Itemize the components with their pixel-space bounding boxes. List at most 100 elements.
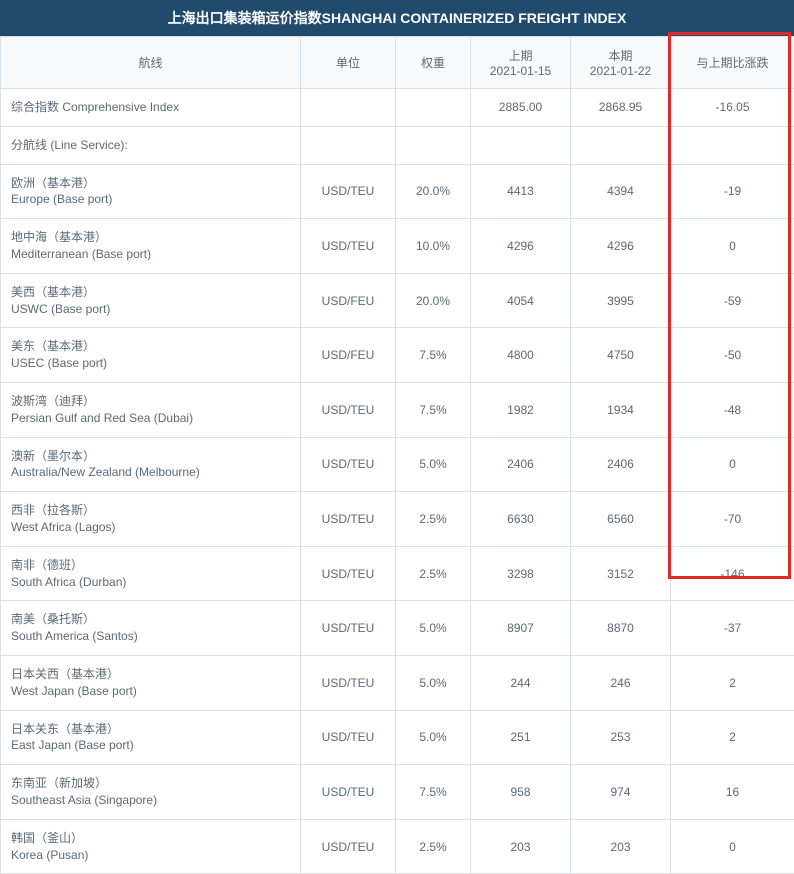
cell-unit: USD/TEU: [301, 164, 396, 219]
cell-route: 日本关西（基本港）West Japan (Base port): [1, 655, 301, 710]
route-cn: 澳新（墨尔本）: [11, 448, 290, 465]
cell-unit: USD/TEU: [301, 601, 396, 656]
cell-weight: 10.0%: [396, 219, 471, 274]
cell-prev: 251: [471, 710, 571, 765]
cell-weight: 7.5%: [396, 382, 471, 437]
cell-change: -16.05: [671, 89, 794, 127]
cell-route: 分航线 (Line Service):: [1, 126, 301, 164]
header-prev-label: 上期: [477, 47, 564, 64]
cell-prev: 2406: [471, 437, 571, 492]
cell-curr: 6560: [571, 492, 671, 547]
cell-weight: [396, 89, 471, 127]
header-curr: 本期 2021-01-22: [571, 37, 671, 89]
cell-curr: 4750: [571, 328, 671, 383]
cell-change: -37: [671, 601, 794, 656]
route-cn: 东南亚（新加坡）: [11, 775, 290, 792]
table-row: 澳新（墨尔本）Australia/New Zealand (Melbourne)…: [1, 437, 794, 492]
table-row: 西非（拉各斯）West Africa (Lagos)USD/TEU2.5%663…: [1, 492, 794, 547]
table-row: 东南亚（新加坡）Southeast Asia (Singapore)USD/TE…: [1, 765, 794, 820]
route-cn: 南美（桑托斯）: [11, 611, 290, 628]
header-change: 与上期比涨跌: [671, 37, 794, 89]
cell-change: 0: [671, 819, 794, 874]
header-prev-date: 2021-01-15: [477, 64, 564, 78]
cell-curr: 4296: [571, 219, 671, 274]
header-route: 航线: [1, 37, 301, 89]
route-en: Mediterranean (Base port): [11, 246, 290, 263]
cell-change: 2: [671, 710, 794, 765]
cell-prev: [471, 126, 571, 164]
cell-weight: 20.0%: [396, 164, 471, 219]
cell-unit: USD/TEU: [301, 546, 396, 601]
table-row: 日本关西（基本港）West Japan (Base port)USD/TEU5.…: [1, 655, 794, 710]
cell-route: 澳新（墨尔本）Australia/New Zealand (Melbourne): [1, 437, 301, 492]
cell-route: 地中海（基本港）Mediterranean (Base port): [1, 219, 301, 274]
header-curr-label: 本期: [577, 47, 664, 64]
cell-change: -48: [671, 382, 794, 437]
cell-route: 南非（德班）South Africa (Durban): [1, 546, 301, 601]
route-cn: 西非（拉各斯）: [11, 502, 290, 519]
cell-prev: 4054: [471, 273, 571, 328]
cell-unit: USD/TEU: [301, 219, 396, 274]
cell-weight: 20.0%: [396, 273, 471, 328]
header-weight: 权重: [396, 37, 471, 89]
route-en: Korea (Pusan): [11, 847, 290, 864]
cell-route: 综合指数 Comprehensive Index: [1, 89, 301, 127]
cell-change: -146: [671, 546, 794, 601]
route-cn: 欧洲（基本港）: [11, 175, 290, 192]
table-row: 南非（德班）South Africa (Durban)USD/TEU2.5%32…: [1, 546, 794, 601]
route-en: Australia/New Zealand (Melbourne): [11, 464, 290, 481]
cell-route: 美东（基本港）USEC (Base port): [1, 328, 301, 383]
route-cn: 美西（基本港）: [11, 284, 290, 301]
cell-weight: 2.5%: [396, 546, 471, 601]
cell-curr: 2868.95: [571, 89, 671, 127]
cell-curr: 3152: [571, 546, 671, 601]
cell-route: 西非（拉各斯）West Africa (Lagos): [1, 492, 301, 547]
table-row: 日本关东（基本港）East Japan (Base port)USD/TEU5.…: [1, 710, 794, 765]
route-en: South Africa (Durban): [11, 574, 290, 591]
cell-weight: 5.0%: [396, 710, 471, 765]
cell-weight: 7.5%: [396, 765, 471, 820]
cell-unit: [301, 89, 396, 127]
cell-curr: 974: [571, 765, 671, 820]
cell-curr: 8870: [571, 601, 671, 656]
cell-route: 美西（基本港）USWC (Base port): [1, 273, 301, 328]
table-row: 分航线 (Line Service):: [1, 126, 794, 164]
cell-curr: 3995: [571, 273, 671, 328]
cell-route: 南美（桑托斯）South America (Santos): [1, 601, 301, 656]
cell-curr: 4394: [571, 164, 671, 219]
cell-unit: USD/TEU: [301, 710, 396, 765]
cell-curr: 246: [571, 655, 671, 710]
cell-change: 2: [671, 655, 794, 710]
cell-curr: 1934: [571, 382, 671, 437]
route-en: Europe (Base port): [11, 191, 290, 208]
route-en: USEC (Base port): [11, 355, 290, 372]
table-title: 上海出口集装箱运价指数SHANGHAI CONTAINERIZED FREIGH…: [0, 0, 794, 36]
cell-change: [671, 126, 794, 164]
cell-prev: 2885.00: [471, 89, 571, 127]
route-cn: 日本关东（基本港）: [11, 721, 290, 738]
route-cn: 韩国（釜山）: [11, 830, 290, 847]
cell-prev: 6630: [471, 492, 571, 547]
route-cn: 日本关西（基本港）: [11, 666, 290, 683]
cell-route: 韩国（釜山）Korea (Pusan): [1, 819, 301, 874]
cell-weight: 5.0%: [396, 655, 471, 710]
table-row: 欧洲（基本港）Europe (Base port) USD/TEU20.0%441…: [1, 164, 794, 219]
route-en: USWC (Base port): [11, 301, 290, 318]
cell-weight: 5.0%: [396, 601, 471, 656]
route-en: South America (Santos): [11, 628, 290, 645]
cell-prev: 4413: [471, 164, 571, 219]
route-en: West Japan (Base port): [11, 683, 290, 700]
table-row: 波斯湾（迪拜）Persian Gulf and Red Sea (Dubai)U…: [1, 382, 794, 437]
route-cn: 综合指数 Comprehensive Index: [11, 99, 290, 116]
freight-index-table: 航线 单位 权重 上期 2021-01-15 本期 2021-01-22 与上期…: [0, 36, 794, 874]
cell-curr: [571, 126, 671, 164]
table-row: 美西（基本港）USWC (Base port)USD/FEU20.0%40543…: [1, 273, 794, 328]
cell-unit: USD/TEU: [301, 437, 396, 492]
route-en: Persian Gulf and Red Sea (Dubai): [11, 410, 290, 427]
cell-weight: [396, 126, 471, 164]
cell-change: -19: [671, 164, 794, 219]
cell-unit: [301, 126, 396, 164]
cell-unit: USD/TEU: [301, 819, 396, 874]
route-cn: 地中海（基本港）: [11, 229, 290, 246]
cell-prev: 244: [471, 655, 571, 710]
